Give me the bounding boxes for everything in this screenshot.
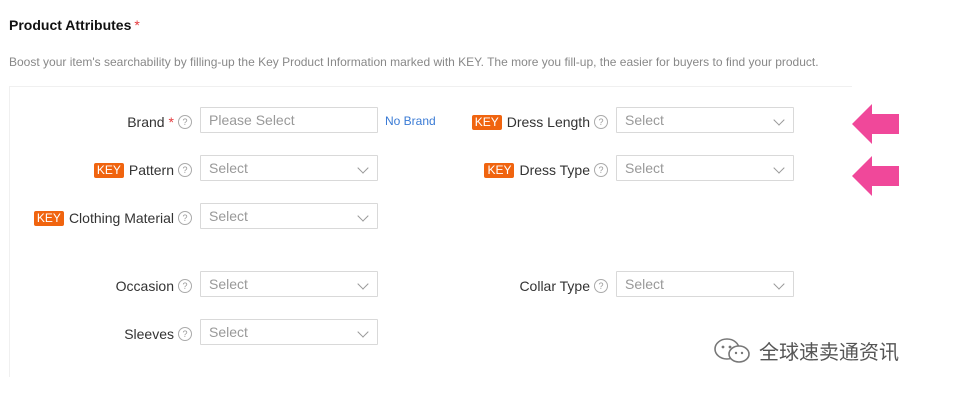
help-icon[interactable]: ? — [178, 327, 192, 341]
sleeves-label-text: Sleeves — [124, 326, 174, 342]
clothing-material-value: Select — [209, 208, 248, 224]
pattern-label-text: Pattern — [128, 162, 174, 178]
help-icon[interactable]: ? — [178, 279, 192, 293]
chevron-down-icon — [357, 162, 369, 174]
occasion-select[interactable]: Select — [200, 271, 378, 297]
section-title: Product Attributes * — [9, 17, 140, 33]
collar-type-label-text: Collar Type — [519, 278, 590, 294]
dress-length-label: KEY Dress Length ? — [440, 108, 608, 136]
brand-required-mark: * — [168, 114, 174, 130]
help-icon[interactable]: ? — [594, 163, 608, 177]
sleeves-value: Select — [209, 324, 248, 340]
sleeves-label: Sleeves ? — [20, 320, 192, 348]
watermark: 全球速卖通资讯 — [713, 336, 899, 365]
help-icon[interactable]: ? — [178, 163, 192, 177]
chevron-down-icon — [357, 210, 369, 222]
section-hint: Boost your item's searchability by filli… — [9, 55, 819, 69]
occasion-label-text: Occasion — [115, 278, 174, 294]
brand-select[interactable]: Please Select — [200, 107, 378, 133]
section-title-text: Product Attributes — [9, 17, 132, 33]
occasion-label: Occasion ? — [20, 272, 192, 300]
pattern-label: KEY Pattern ? — [20, 156, 192, 184]
dress-type-label-text: Dress Type — [519, 162, 590, 178]
pattern-select[interactable]: Select — [200, 155, 378, 181]
clothing-material-label-text: Clothing Material — [68, 210, 174, 226]
pointer-arrow-icon — [852, 156, 899, 196]
chevron-down-icon — [357, 278, 369, 290]
wechat-icon — [714, 337, 750, 363]
dress-type-value: Select — [625, 160, 664, 176]
chevron-down-icon — [773, 114, 785, 126]
dress-length-label-text: Dress Length — [506, 114, 590, 130]
help-icon[interactable]: ? — [594, 115, 608, 129]
clothing-material-label: KEY Clothing Material ? — [10, 204, 192, 232]
brand-placeholder: Please Select — [209, 112, 295, 128]
collar-type-label: Collar Type ? — [440, 272, 608, 300]
brand-label: Brand * ? — [20, 108, 192, 136]
chevron-down-icon — [357, 326, 369, 338]
dress-type-select[interactable]: Select — [616, 155, 794, 181]
occasion-value: Select — [209, 276, 248, 292]
key-badge: KEY — [93, 162, 124, 178]
help-icon[interactable]: ? — [178, 115, 192, 129]
watermark-text: 全球速卖通资讯 — [759, 342, 899, 364]
dress-length-value: Select — [625, 112, 664, 128]
pointer-arrow-icon — [852, 104, 899, 144]
help-icon[interactable]: ? — [594, 279, 608, 293]
required-mark: * — [134, 17, 140, 33]
dress-length-select[interactable]: Select — [616, 107, 794, 133]
chevron-down-icon — [773, 278, 785, 290]
key-badge: KEY — [484, 162, 515, 178]
sleeves-select[interactable]: Select — [200, 319, 378, 345]
chevron-down-icon — [773, 162, 785, 174]
no-brand-link[interactable]: No Brand — [385, 114, 436, 128]
brand-label-text: Brand — [127, 114, 165, 130]
collar-type-select[interactable]: Select — [616, 271, 794, 297]
pattern-value: Select — [209, 160, 248, 176]
collar-type-value: Select — [625, 276, 664, 292]
dress-type-label: KEY Dress Type ? — [440, 156, 608, 184]
help-icon[interactable]: ? — [178, 211, 192, 225]
clothing-material-select[interactable]: Select — [200, 203, 378, 229]
key-badge: KEY — [471, 114, 502, 130]
key-badge: KEY — [33, 210, 64, 226]
